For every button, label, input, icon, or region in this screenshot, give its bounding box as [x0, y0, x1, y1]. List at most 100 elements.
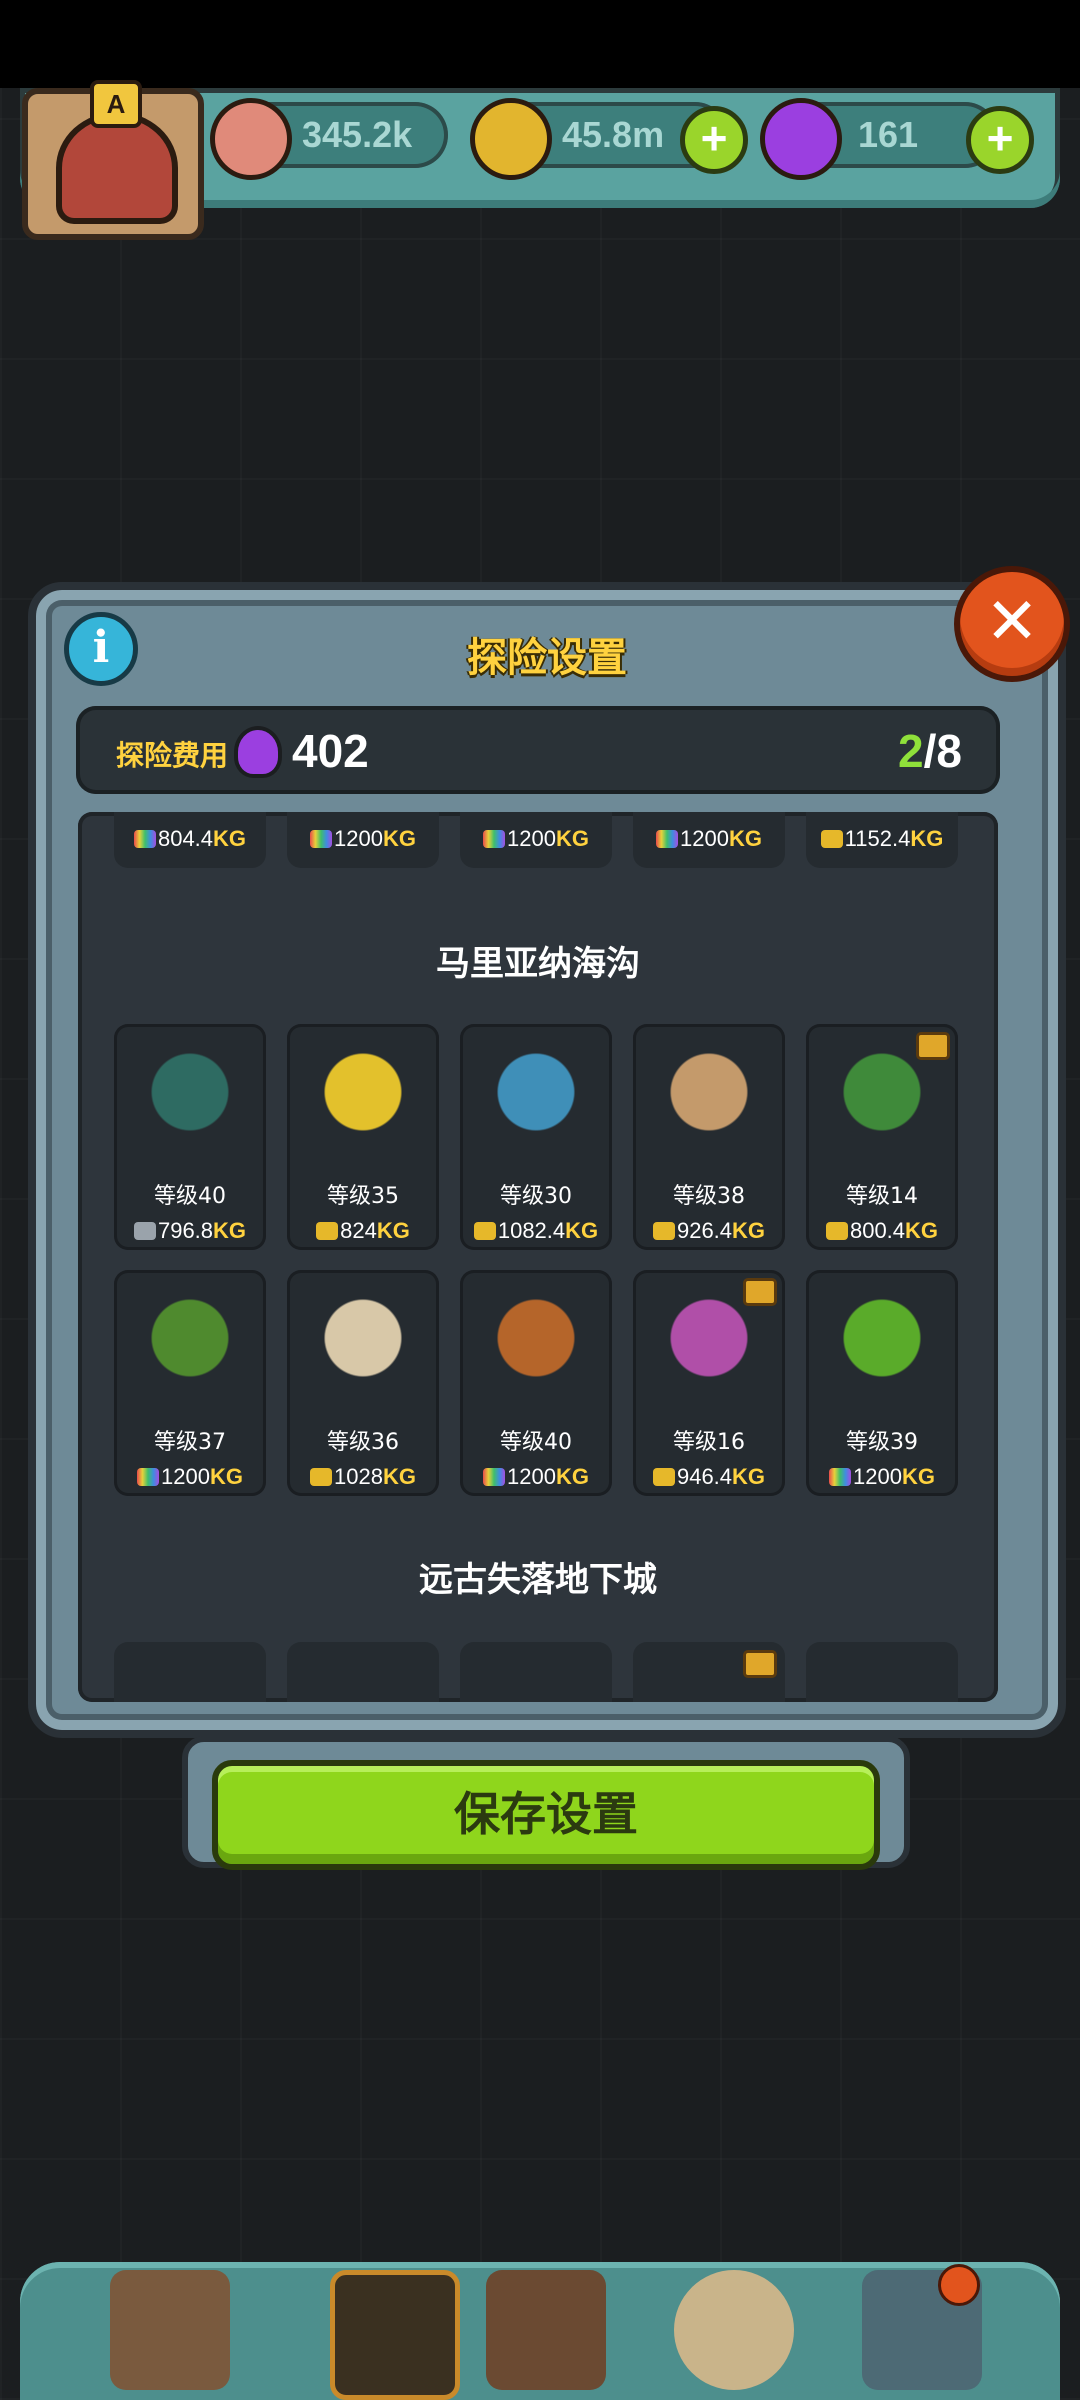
- level-label: 等级30: [500, 1184, 572, 1209]
- monster-art-icon: [476, 1284, 596, 1404]
- kg-bag-icon: [310, 1468, 333, 1486]
- save-settings-button[interactable]: 保存设置: [212, 1760, 880, 1870]
- weight-label: 1200KG: [287, 826, 439, 852]
- monster-card[interactable]: 1152.4KG: [806, 812, 958, 868]
- chest-icon: [743, 1650, 777, 1678]
- rank-badge: A: [90, 80, 142, 128]
- monster-card[interactable]: 等级36 1028KG: [287, 1270, 439, 1496]
- weight-label: 796.8KG: [114, 1218, 266, 1244]
- kg-bag-icon: [820, 830, 843, 848]
- monster-card[interactable]: 等级40 1200KG: [460, 1270, 612, 1496]
- cost-value: 402: [292, 725, 369, 777]
- monster-card[interactable]: 804.4KG: [114, 812, 266, 868]
- weight-label: 1200KG: [460, 1464, 612, 1490]
- info-button[interactable]: i: [64, 612, 138, 686]
- kg-bag-icon: [656, 830, 679, 848]
- player-avatar[interactable]: A: [22, 80, 204, 240]
- eye-currency-value: 345.2k: [302, 114, 413, 155]
- nav-dungeon-icon[interactable]: [330, 2270, 460, 2400]
- eye-currency: 345.2k: [210, 98, 448, 180]
- monster-card[interactable]: 等级38 926.4KG: [633, 1024, 785, 1250]
- monster-art-icon: [822, 1284, 942, 1404]
- add-potions-button[interactable]: +: [966, 106, 1034, 174]
- monster-list[interactable]: 804.4KG 1200KG 1200KG 1200KG 1152.4KG 马里…: [78, 812, 998, 1702]
- monster-art-icon: [476, 1038, 596, 1158]
- monster-card[interactable]: [287, 1642, 439, 1702]
- kg-bag-icon: [133, 1222, 156, 1240]
- weight-label: 1152.4KG: [806, 826, 958, 852]
- weight-label: 1200KG: [460, 826, 612, 852]
- monster-card[interactable]: [633, 1642, 785, 1702]
- level-label: 等级40: [500, 1430, 572, 1455]
- level-label: 等级37: [154, 1430, 226, 1455]
- monster-card[interactable]: 1200KG: [460, 812, 612, 868]
- kg-bag-icon: [133, 830, 156, 848]
- monster-card[interactable]: [114, 1642, 266, 1702]
- monster-avatar-icon: [56, 112, 178, 224]
- potion-currency: 161: [760, 98, 998, 180]
- weight-label: 1200KG: [633, 826, 785, 852]
- monster-art-icon: [303, 1284, 423, 1404]
- weight-label: 1200KG: [114, 1464, 266, 1490]
- weight-label: 926.4KG: [633, 1218, 785, 1244]
- nav-shop-icon[interactable]: [110, 2270, 230, 2390]
- monster-art-icon: [130, 1284, 250, 1404]
- kg-bag-icon: [652, 1222, 675, 1240]
- nav-bag-icon[interactable]: [674, 2270, 794, 2390]
- level-label: 等级39: [846, 1430, 918, 1455]
- level-label: 等级16: [673, 1430, 745, 1455]
- monster-card[interactable]: [806, 1642, 958, 1702]
- eyeball-icon: [210, 98, 292, 180]
- monster-card[interactable]: 1200KG: [633, 812, 785, 868]
- potion-icon: [760, 98, 842, 180]
- cost-label: 探险费用: [116, 739, 229, 772]
- kg-bag-icon: [316, 1222, 339, 1240]
- monster-card[interactable]: 等级40 796.8KG: [114, 1024, 266, 1250]
- section-title-mariana: 马里亚纳海沟: [436, 944, 640, 984]
- level-label: 等级40: [154, 1184, 226, 1209]
- monster-art-icon: [649, 1038, 769, 1158]
- kg-bag-icon: [310, 830, 333, 848]
- kg-bag-icon: [137, 1468, 160, 1486]
- nav-book-icon[interactable]: [486, 2270, 606, 2390]
- level-label: 等级38: [673, 1184, 745, 1209]
- slots-total: /8: [923, 725, 962, 777]
- status-bar: [0, 0, 1080, 88]
- monster-art-icon: [130, 1038, 250, 1158]
- close-button[interactable]: ✕: [954, 566, 1070, 682]
- dialog-title: 探险设置: [467, 635, 627, 681]
- weight-label: 824KG: [287, 1218, 439, 1244]
- weight-label: 1028KG: [287, 1464, 439, 1490]
- kg-bag-icon: [825, 1222, 848, 1240]
- kg-bag-icon: [473, 1222, 496, 1240]
- monster-card[interactable]: 等级37 1200KG: [114, 1270, 266, 1496]
- monster-art-icon: [303, 1038, 423, 1158]
- monster-card[interactable]: 等级14 800.4KG: [806, 1024, 958, 1250]
- chest-icon: [743, 1278, 777, 1306]
- add-coins-button[interactable]: +: [680, 106, 748, 174]
- notification-badge: [938, 2264, 980, 2306]
- expedition-cost-bar: 探险费用 402 2/8: [76, 706, 1000, 794]
- weight-label: 1082.4KG: [460, 1218, 612, 1244]
- potion-icon: [234, 726, 282, 778]
- coin-icon: [470, 98, 552, 180]
- kg-bag-icon: [483, 830, 506, 848]
- weight-label: 946.4KG: [633, 1464, 785, 1490]
- weight-label: 804.4KG: [114, 826, 266, 852]
- monster-card[interactable]: 等级30 1082.4KG: [460, 1024, 612, 1250]
- chest-icon: [916, 1032, 950, 1060]
- monster-card[interactable]: 等级39 1200KG: [806, 1270, 958, 1496]
- weight-label: 800.4KG: [806, 1218, 958, 1244]
- coin-currency-value: 45.8m: [562, 114, 665, 155]
- level-label: 等级35: [327, 1184, 399, 1209]
- section-title-dungeon: 远古失落地下城: [419, 1560, 657, 1600]
- slots-used: 2: [898, 725, 924, 777]
- level-label: 等级14: [846, 1184, 918, 1209]
- monster-card[interactable]: 等级35 824KG: [287, 1024, 439, 1250]
- monster-card[interactable]: [460, 1642, 612, 1702]
- level-label: 等级36: [327, 1430, 399, 1455]
- monster-card[interactable]: 等级16 946.4KG: [633, 1270, 785, 1496]
- weight-label: 1200KG: [806, 1464, 958, 1490]
- slot-counter: 2/8: [898, 724, 962, 778]
- monster-card[interactable]: 1200KG: [287, 812, 439, 868]
